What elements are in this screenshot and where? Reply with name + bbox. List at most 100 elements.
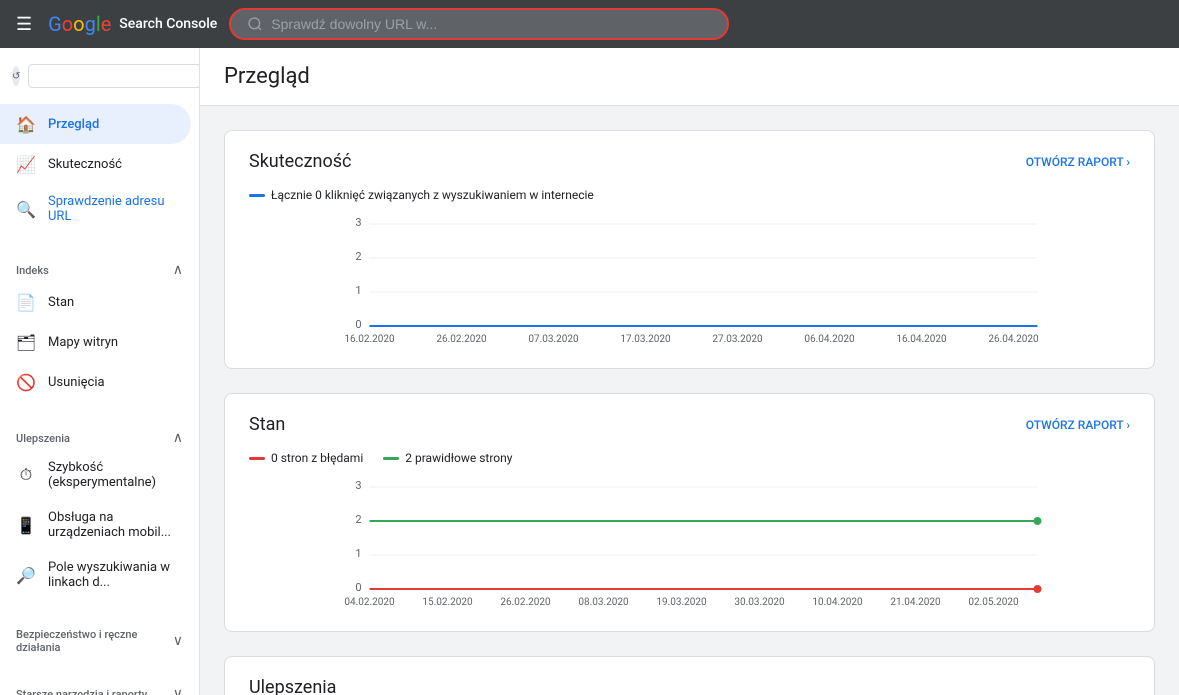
legend-valid: 2 prawidłowe strony — [383, 451, 512, 465]
sidebar-label-pole: Pole wyszukiwania w linkach d... — [48, 560, 175, 590]
property-input[interactable] — [28, 64, 200, 88]
skutecznosc-card-header: Skuteczność OTWÓRZ RAPORT › — [249, 151, 1130, 172]
section-starsze: Starsze narzędzia i raporty ∨ — [0, 674, 199, 695]
sidebar-item-sprawdzenie-url[interactable]: 🔍 Sprawdzenie adresu URL — [0, 184, 191, 234]
svg-text:26.04.2020: 26.04.2020 — [988, 334, 1039, 345]
stan-svg: 3 2 1 0 — [249, 477, 1130, 607]
svg-text:0: 0 — [355, 318, 361, 331]
stan-card: Stan OTWÓRZ RAPORT › 0 stron z błędami 2… — [224, 393, 1155, 632]
sidebar-item-mobile[interactable]: 📱 Obsługa na urządzeniach mobil... — [0, 500, 191, 550]
svg-text:10.04.2020: 10.04.2020 — [812, 597, 863, 608]
stan-legend: 0 stron z błędami 2 prawidłowe strony — [249, 451, 1130, 465]
search-icon — [247, 16, 263, 32]
svg-text:16.02.2020: 16.02.2020 — [344, 334, 395, 345]
svg-text:1: 1 — [355, 547, 361, 560]
sidebar: ↺ ▾ 🏠 Przegląd 📈 Skuteczność 🔍 Sprawdzen… — [0, 48, 200, 695]
svg-text:04.02.2020: 04.02.2020 — [344, 597, 395, 608]
svg-text:02.05.2020: 02.05.2020 — [968, 597, 1019, 608]
usuniecia-icon: 🚫 — [16, 372, 36, 392]
clicks-dot — [249, 194, 265, 197]
svg-text:1: 1 — [355, 284, 361, 297]
stan-open-report[interactable]: OTWÓRZ RAPORT › — [1026, 418, 1130, 432]
svg-text:08.03.2020: 08.03.2020 — [578, 597, 629, 608]
logo-google: Google — [48, 12, 111, 36]
sidebar-label-szybkosc: Szybkość (eksperymentalne) — [48, 460, 175, 490]
sidebar-item-przeglad[interactable]: 🏠 Przegląd — [0, 104, 191, 144]
valid-label: 2 prawidłowe strony — [405, 451, 512, 465]
stan-card-header: Stan OTWÓRZ RAPORT › — [249, 414, 1130, 435]
skutecznosc-chart: 3 2 1 0 16.02.2020 26.02.2020 — [249, 214, 1130, 348]
stan-title: Stan — [249, 414, 285, 435]
page-title: Przegląd — [224, 64, 1155, 89]
sidebar-label-usuniecia: Usunięcia — [48, 375, 105, 390]
url-search-bar[interactable] — [229, 8, 729, 40]
page-header: Przegląd — [200, 48, 1179, 106]
svg-text:0: 0 — [355, 581, 361, 594]
sidebar-label-stan: Stan — [48, 295, 74, 310]
errors-endpoint — [1034, 585, 1042, 593]
svg-text:06.04.2020: 06.04.2020 — [804, 334, 855, 345]
menu-icon[interactable]: ☰ — [12, 10, 36, 39]
svg-text:07.03.2020: 07.03.2020 — [528, 334, 579, 345]
legend-errors: 0 stron z błędami — [249, 451, 363, 465]
skutecznosc-svg: 3 2 1 0 16.02.2020 26.02.2020 — [249, 214, 1130, 344]
mapy-icon: 🗂 — [16, 332, 36, 352]
svg-text:2: 2 — [355, 513, 361, 526]
valid-endpoint — [1034, 517, 1042, 525]
sidebar-label-przeglad: Przegląd — [48, 117, 99, 132]
valid-dot — [383, 457, 399, 460]
svg-text:3: 3 — [355, 479, 361, 492]
sidebar-item-skutecznosc[interactable]: 📈 Skuteczność — [0, 144, 191, 184]
svg-text:21.04.2020: 21.04.2020 — [890, 597, 941, 608]
url-search-input[interactable] — [271, 16, 711, 32]
sidebar-item-stan[interactable]: 📄 Stan — [0, 282, 191, 322]
sidebar-label-mobile: Obsługa na urządzeniach mobil... — [48, 510, 175, 540]
svg-text:3: 3 — [355, 216, 361, 229]
svg-text:2: 2 — [355, 250, 361, 263]
property-selector[interactable]: ↺ ▾ — [0, 56, 199, 96]
skutecznosc-title: Skuteczność — [249, 151, 351, 172]
ulepszenia-expand-icon[interactable]: ∧ — [173, 430, 183, 446]
svg-text:15.02.2020: 15.02.2020 — [422, 597, 473, 608]
main-content: Przegląd Skuteczność OTWÓRZ RAPORT › Łąc… — [200, 48, 1179, 695]
content-area: Skuteczność OTWÓRZ RAPORT › Łącznie 0 kl… — [200, 106, 1179, 695]
ulepszenia-card: Ulepszenia — [224, 656, 1155, 695]
errors-dot — [249, 457, 265, 460]
mobile-icon: 📱 — [16, 515, 36, 535]
section-indeks: Indeks ∧ — [0, 250, 199, 282]
errors-label: 0 stron z błędami — [271, 451, 363, 465]
app-logo: Google Search Console — [48, 12, 217, 36]
ulepszenia-card-header: Ulepszenia — [249, 677, 1130, 695]
stan-icon: 📄 — [16, 292, 36, 312]
starsze-expand-icon[interactable]: ∨ — [173, 686, 183, 695]
url-check-icon: 🔍 — [16, 199, 36, 219]
sidebar-item-mapy-witryn[interactable]: 🗂 Mapy witryn — [0, 322, 191, 362]
skutecznosc-card: Skuteczność OTWÓRZ RAPORT › Łącznie 0 kl… — [224, 130, 1155, 369]
sidebar-item-usuniecia[interactable]: 🚫 Usunięcia — [0, 362, 191, 402]
home-icon: 🏠 — [16, 114, 36, 134]
pole-icon: 🔎 — [16, 565, 36, 585]
legend-clicks: Łącznie 0 kliknięć związanych z wyszukiw… — [249, 188, 594, 202]
property-icon: ↺ — [12, 66, 20, 86]
sidebar-label-sprawdzenie: Sprawdzenie adresu URL — [48, 194, 175, 224]
sidebar-item-szybkosc[interactable]: ⏱ Szybkość (eksperymentalne) — [0, 450, 191, 500]
section-bezpieczenstwo: Bezpieczeństwo i ręczne działania ∨ — [0, 616, 199, 658]
bezpieczenstwo-expand-icon[interactable]: ∨ — [173, 633, 183, 649]
svg-text:26.02.2020: 26.02.2020 — [500, 597, 551, 608]
svg-text:16.04.2020: 16.04.2020 — [896, 334, 947, 345]
sidebar-item-pole[interactable]: 🔎 Pole wyszukiwania w linkach d... — [0, 550, 191, 600]
svg-text:27.03.2020: 27.03.2020 — [712, 334, 763, 345]
svg-text:26.02.2020: 26.02.2020 — [436, 334, 487, 345]
svg-text:19.03.2020: 19.03.2020 — [656, 597, 707, 608]
section-ulepszenia: Ulepszenia ∧ — [0, 418, 199, 450]
skutecznosc-open-report[interactable]: OTWÓRZ RAPORT › — [1026, 155, 1130, 169]
ulepszenia-title: Ulepszenia — [249, 677, 336, 695]
stan-chart: 3 2 1 0 — [249, 477, 1130, 611]
clicks-label: Łącznie 0 kliknięć związanych z wyszukiw… — [271, 188, 594, 202]
main-layout: ↺ ▾ 🏠 Przegląd 📈 Skuteczność 🔍 Sprawdzen… — [0, 48, 1179, 695]
logo-product: Search Console — [119, 16, 217, 32]
indeks-expand-icon[interactable]: ∧ — [173, 262, 183, 278]
chart-icon: 📈 — [16, 154, 36, 174]
sidebar-label-skutecznosc: Skuteczność — [48, 157, 122, 172]
skutecznosc-legend: Łącznie 0 kliknięć związanych z wyszukiw… — [249, 188, 1130, 202]
